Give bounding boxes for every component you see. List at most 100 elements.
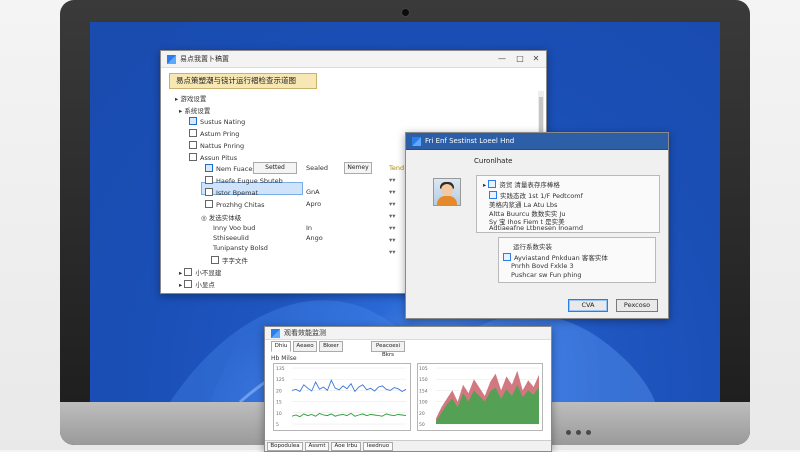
tab-4[interactable]: Peacoesi Bkrs [371,341,405,358]
status-bar: Bopodulea Assmt Aoe Irbu Ieednuo [265,440,551,451]
tree-item-label: Sustus Nating [200,118,246,126]
list-item[interactable]: ◎ 发选实体级 [201,212,241,222]
tree-item-label: 系统设置 [184,107,211,115]
cancel-button[interactable]: Pexcoso [616,299,658,312]
minimize-icon[interactable]: — [494,51,510,67]
chart-app-icon [271,328,280,338]
dialog-titlebar[interactable]: Fri Enf Sestinst Loeel Hnd [406,133,668,150]
y-tick-label: 135 [276,366,285,372]
close-icon[interactable]: ✕ [528,51,544,67]
y-tick-label: 20 [419,411,425,417]
dropdown-arrow-icon[interactable]: ▾▾ [389,188,396,196]
y-tick-label: 50 [419,422,425,428]
group-2-line: Pnrhh Bovd Fxkle 3 [511,262,574,270]
maximize-icon[interactable]: □ [512,51,528,67]
row-label: 字字文件 [222,257,248,265]
list-item[interactable]: 字字文件 [211,255,248,265]
tree-item[interactable]: ▸ 系统设置 [179,105,210,115]
row-label: Inny Voo bud [213,224,256,232]
user-avatar [433,178,461,206]
list-item[interactable]: Inny Voo bud [213,224,255,232]
tree-item[interactable]: Sustus Nating [189,117,245,126]
monitor-button[interactable] [566,430,571,435]
group-1-label: ▸ 资贸 清量表存序棒格 [483,180,560,189]
row-col4-button[interactable]: Nemey [344,162,372,174]
set-button[interactable]: Setted [253,162,297,174]
group-2-line: Pushcar sw Fun phing [511,271,582,279]
checkbox[interactable] [489,191,497,199]
chart-titlebar[interactable]: 观看效能监测 [265,327,551,340]
dialog-title: Fri Enf Sestinst Loeel Hnd [425,137,515,145]
checkbox[interactable] [488,180,497,188]
dropdown-arrow-icon[interactable]: ▾▾ [389,176,396,184]
checkbox[interactable] [189,153,197,161]
y-tick-label: 105 [419,366,428,372]
dropdown-arrow-icon[interactable]: ▾▾ [389,200,396,208]
tree-item-label: Assun Pitus [200,154,238,162]
checkbox[interactable] [189,117,197,125]
tree-item[interactable]: ▸ 小不显建 [179,267,221,277]
list-item[interactable]: Haefe Eugue Sbuteb [205,176,283,185]
right-chart-panel: 105 150 154 100 20 50 [417,363,543,431]
row-label: Nem Fuaces [216,165,256,173]
row-value: In [306,224,313,232]
settings-group-1: ▸ 资贸 清量表存序棒格 实践态改 1st 1/F Pedtcomf 美格内浆通… [476,175,660,233]
checkbox[interactable] [205,176,213,184]
checkbox[interactable] [503,253,511,261]
chart-window-title: 观看效能监测 [284,329,326,337]
checkbox[interactable] [205,164,213,172]
ok-button[interactable]: CVA [568,299,608,312]
row-col5: Tend [389,164,405,172]
dropdown-arrow-icon[interactable]: ▾▾ [389,224,396,232]
monitor-button[interactable] [586,430,591,435]
checkbox[interactable] [211,256,219,264]
tab-1[interactable]: Dhiu [271,341,291,352]
tree-item-label: 游戏设置 [180,95,207,103]
row-label: Prozhhg Chitas [216,201,265,209]
y-tick-label: 20 [276,388,282,394]
cpu-series-line [291,379,407,393]
dropdown-arrow-icon[interactable]: ▾▾ [389,212,396,220]
monitor-button[interactable] [576,430,581,435]
selected-row[interactable]: Nem Fuaces [205,164,256,173]
list-item[interactable]: Sthiseeulid [213,234,249,242]
user-name: Curonlhate [474,157,513,165]
section-header: 易点策塑潮与铙计运行褶检查示道图 [169,73,317,89]
list-item[interactable]: Tunipansty Bolsd [213,244,268,252]
row-label: Sthiseeulid [213,234,249,242]
row-value: GnA [306,188,320,196]
list-item[interactable]: Prozhhg Chitas [205,200,265,209]
checkbox[interactable] [189,129,197,137]
tree-item[interactable]: ▸ 游戏设置 [175,93,206,103]
y-tick-label: 154 [419,388,428,394]
properties-dialog: Fri Enf Sestinst Loeel Hnd Curonlhate ▸ … [405,132,669,319]
app-icon [167,54,176,64]
checkbox[interactable] [205,200,213,208]
tree-item[interactable]: Nattus Pnring [189,141,244,150]
y-tick-label: 125 [276,377,285,383]
row-label: Haefe Eugue Sbuteb [216,177,283,185]
row-label: Istor Bpemat [216,189,259,197]
main-titlebar[interactable]: 易点我置卜稿置 — □ ✕ [161,51,546,68]
y-tick-label: 5 [276,422,279,428]
tree-item-label: 小不显建 [195,269,222,277]
tab-3[interactable]: Bkeer [319,341,343,352]
checkbox[interactable] [189,141,197,149]
group-2-line: Ayviastand Pnkduan 客客实体 [503,252,608,262]
tree-item[interactable]: Assun Pitus [189,153,237,162]
tab-2[interactable]: Aeaeo [293,341,317,352]
list-item[interactable]: Istor Bpemat [205,188,258,197]
tree-item[interactable]: ▸ 小显点 [179,279,215,289]
tree-item-label: Astum Pring [200,130,240,138]
y-tick-label: 100 [419,400,428,406]
y-tick-label: 150 [419,377,428,383]
left-line-chart: 135 125 20 15 10 5 [276,366,407,428]
dropdown-arrow-icon[interactable]: ▾▾ [389,236,396,244]
webcam [401,8,410,17]
main-window-title: 易点我置卜稿置 [180,55,229,63]
tree-item[interactable]: Astum Pring [189,129,239,138]
checkbox[interactable] [184,280,193,288]
checkbox[interactable] [184,268,193,276]
checkbox[interactable] [205,188,213,196]
dropdown-arrow-icon[interactable]: ▾▾ [389,248,396,256]
